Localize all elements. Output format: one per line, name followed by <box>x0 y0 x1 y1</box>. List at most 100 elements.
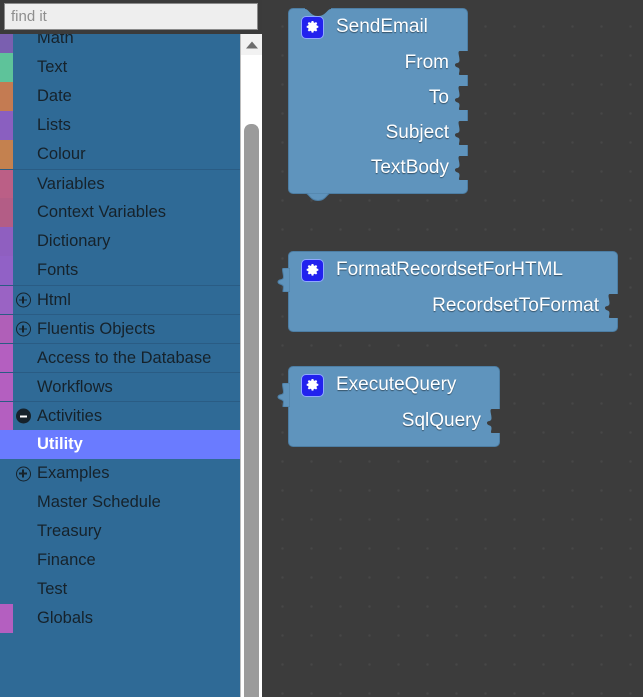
palette-item-label: Finance <box>37 551 96 570</box>
expand-plus-icon[interactable] <box>16 466 31 481</box>
palette-item-label: Html <box>37 290 71 309</box>
palette-item-color-swatch <box>0 111 13 140</box>
palette-item-label: Treasury <box>37 522 102 541</box>
palette-item-color-swatch <box>0 373 13 402</box>
block-executequery[interactable]: ExecuteQuery SqlQuery <box>277 366 500 447</box>
workspace-canvas[interactable]: SendEmail From To Subject TextBody FormatReco… <box>262 0 643 697</box>
palette-item-label: Activities <box>37 406 103 425</box>
palette-item-master-schedule[interactable]: Master Schedule <box>0 488 240 517</box>
palette-item-label: Examples <box>37 464 110 483</box>
palette-item-label: Test <box>37 580 68 599</box>
palette-item-workflows[interactable]: Workflows <box>0 372 240 402</box>
palette-item-color-swatch <box>0 604 13 633</box>
palette-item-label: Variables <box>37 174 105 193</box>
block-title: SendEmail <box>336 16 428 37</box>
palette-item-label: Context Variables <box>37 203 167 222</box>
block-input-label: To <box>428 86 449 108</box>
palette-item-test[interactable]: Test <box>0 575 240 604</box>
block-sendemail[interactable]: SendEmail From To Subject TextBody <box>288 8 468 202</box>
collapse-minus-icon[interactable] <box>16 408 31 424</box>
palette-item-color-swatch <box>0 315 13 344</box>
block-palette-flyout: Math Text Date Lists Colour Variables Context … <box>0 0 262 697</box>
palette-item-color-swatch <box>0 82 13 111</box>
palette-item-fluentis-objects[interactable]: Fluentis Objects <box>0 314 240 344</box>
block-bottom-padding <box>289 323 617 331</box>
block-input-label: SqlQuery <box>401 409 481 431</box>
palette-list-inner: Math Text Date Lists Colour Variables Context … <box>0 34 240 633</box>
gear-icon[interactable] <box>301 258 324 282</box>
expand-plus-icon[interactable] <box>16 321 31 337</box>
palette-item-html[interactable]: Html <box>0 285 240 315</box>
block-input-label: Subject <box>385 121 449 143</box>
palette-item-treasury[interactable]: Treasury <box>0 517 240 546</box>
palette-item-color-swatch <box>0 344 13 373</box>
block-input-socket[interactable] <box>455 155 468 180</box>
palette-item-label: Utility <box>37 435 83 454</box>
palette-item-label: Dictionary <box>37 232 111 251</box>
block-bottom-connector <box>305 193 331 202</box>
scroll-up-button[interactable] <box>241 34 262 55</box>
block-input-row[interactable]: RecordsetToFormat <box>289 288 618 323</box>
block-input-socket[interactable] <box>487 408 500 433</box>
block-output-tab <box>276 268 290 292</box>
palette-item-color-swatch <box>0 170 13 199</box>
palette-item-activities[interactable]: Activities <box>0 401 240 431</box>
palette-item-lists[interactable]: Lists <box>0 111 240 140</box>
gear-icon[interactable] <box>301 373 324 397</box>
palette-item-fonts[interactable]: Fonts <box>0 256 240 285</box>
palette-item-variables[interactable]: Variables <box>0 169 240 199</box>
palette-item-color-swatch <box>0 34 13 53</box>
block-input-row[interactable]: Subject <box>289 115 468 150</box>
palette-item-label: Colour <box>37 145 86 164</box>
expand-plus-icon[interactable] <box>16 292 31 308</box>
block-input-socket[interactable] <box>455 120 468 145</box>
palette-item-label: Lists <box>37 116 71 135</box>
palette-list[interactable]: Math Text Date Lists Colour Variables Context … <box>0 34 240 697</box>
block-input-row[interactable]: From <box>289 45 468 80</box>
block-input-row[interactable]: TextBody <box>289 150 468 185</box>
palette-item-label: Date <box>37 87 72 106</box>
block-formatrecordsetforhtml[interactable]: FormatRecordsetForHTML RecordsetToFormat <box>277 251 618 332</box>
palette-item-access-to-the-database[interactable]: Access to the Database <box>0 343 240 373</box>
block-title: ExecuteQuery <box>336 374 457 395</box>
block-input-socket[interactable] <box>605 293 618 318</box>
palette-item-label: Fluentis Objects <box>37 319 156 338</box>
palette-item-finance[interactable]: Finance <box>0 546 240 575</box>
palette-item-text[interactable]: Text <box>0 53 240 82</box>
scroll-up-arrow-icon <box>245 41 258 48</box>
palette-item-label: Access to the Database <box>37 348 212 367</box>
palette-item-colour[interactable]: Colour <box>0 140 240 169</box>
blockly-editor: SendEmail From To Subject TextBody FormatReco… <box>0 0 643 697</box>
block-input-row[interactable]: SqlQuery <box>289 403 500 438</box>
palette-item-color-swatch <box>0 140 13 169</box>
palette-item-label: Math <box>37 34 74 48</box>
palette-item-examples[interactable]: Examples <box>0 459 240 488</box>
block-input-label: TextBody <box>370 156 449 178</box>
palette-item-context-variables[interactable]: Context Variables <box>0 198 240 227</box>
palette-item-label: Globals <box>37 609 93 628</box>
scrollbar-thumb[interactable] <box>244 124 259 697</box>
block-input-socket[interactable] <box>455 85 468 110</box>
palette-item-date[interactable]: Date <box>0 82 240 111</box>
palette-item-label: Fonts <box>37 261 79 280</box>
block-header: ExecuteQuery <box>289 367 499 403</box>
palette-scrollbar[interactable] <box>240 34 262 697</box>
palette-item-utility[interactable]: Utility <box>0 430 240 459</box>
palette-item-color-swatch <box>0 198 13 227</box>
block-input-row[interactable]: To <box>289 80 468 115</box>
palette-item-globals[interactable]: Globals <box>0 604 240 633</box>
palette-item-label: Text <box>37 58 68 77</box>
palette-item-color-swatch <box>0 402 13 431</box>
palette-item-color-swatch <box>0 256 13 285</box>
gear-icon[interactable] <box>301 15 324 39</box>
palette-item-math[interactable]: Math <box>0 34 240 53</box>
search-bar <box>0 0 262 34</box>
palette-item-label: Workflows <box>37 377 113 396</box>
search-input[interactable] <box>4 3 258 30</box>
palette-item-color-swatch <box>0 227 13 256</box>
block-input-socket[interactable] <box>455 50 468 75</box>
palette-item-dictionary[interactable]: Dictionary <box>0 227 240 256</box>
block-input-label: From <box>404 51 449 73</box>
block-top-connector <box>305 8 331 16</box>
block-output-tab <box>276 383 290 407</box>
